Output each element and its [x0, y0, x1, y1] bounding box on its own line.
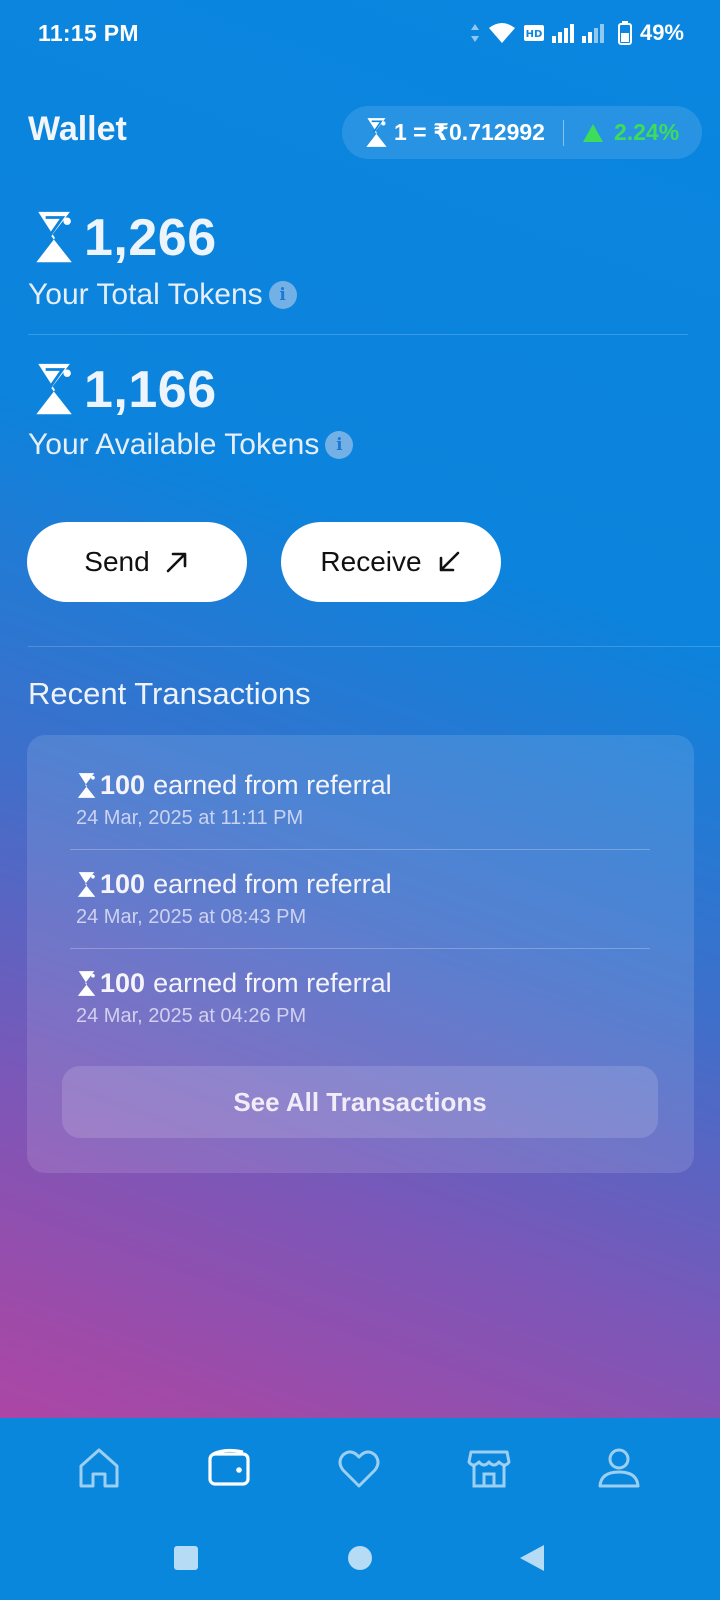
list-item[interactable]: 100 earned from referral 24 Mar, 2025 at…	[76, 770, 392, 830]
info-icon[interactable]: i	[325, 431, 354, 459]
send-label: Send	[84, 546, 150, 577]
tx-description: earned from referral	[153, 968, 392, 998]
receive-button[interactable]: Receive	[281, 522, 501, 602]
available-tokens-caption: Your Available Tokens i	[28, 428, 354, 462]
heart-icon[interactable]	[333, 1442, 385, 1494]
total-tokens-caption: Your Total Tokens i	[28, 278, 297, 312]
tx-description: earned from referral	[153, 770, 392, 800]
tx-date: 24 Mar, 2025 at 04:26 PM	[76, 1005, 307, 1027]
trend-up-icon	[582, 123, 603, 142]
token-rate-pill[interactable]: 1 = ₹0.712992 2.24%	[342, 106, 702, 159]
total-tokens-label: Your Total Tokens	[28, 278, 263, 311]
token-logo-icon	[36, 363, 72, 415]
profile-icon[interactable]	[593, 1442, 645, 1494]
tx-amount: 100	[100, 968, 146, 998]
list-item[interactable]: 100 earned from referral 24 Mar, 2025 at…	[76, 968, 392, 1028]
arrow-up-right-icon	[166, 552, 187, 573]
status-time: 11:15 PM	[38, 20, 139, 46]
battery-level: 49%	[639, 20, 684, 45]
back-icon[interactable]	[512, 1538, 552, 1578]
divider	[28, 334, 688, 335]
info-icon[interactable]: i	[268, 281, 297, 309]
page-title: Wallet	[28, 110, 127, 148]
list-item[interactable]: 100 earned from referral 24 Mar, 2025 at…	[76, 869, 392, 929]
home-icon[interactable]	[73, 1442, 125, 1494]
divider	[70, 948, 650, 949]
token-logo-icon	[77, 772, 96, 798]
store-icon[interactable]	[463, 1442, 515, 1494]
see-all-transactions-button[interactable]: See All Transactions	[62, 1066, 658, 1138]
divider	[28, 646, 720, 647]
recent-transactions-title: Recent Transactions	[28, 676, 311, 711]
status-icons: HD 49%	[470, 20, 684, 46]
battery-icon	[617, 21, 632, 45]
total-tokens-row: 1,266	[30, 208, 217, 268]
tx-amount: 100	[100, 770, 146, 800]
send-button[interactable]: Send	[27, 522, 247, 602]
svg-text:HD: HD	[526, 29, 543, 40]
divider	[70, 849, 650, 850]
available-tokens-amount: 1,166	[84, 361, 217, 419]
arrow-down-left-icon	[439, 551, 459, 572]
token-rate: 1 = ₹0.712992	[394, 119, 545, 145]
available-tokens-row: 1,166	[30, 360, 217, 420]
wallet-icon[interactable]	[203, 1442, 255, 1494]
token-logo-icon	[77, 871, 96, 897]
receive-label: Receive	[320, 546, 422, 577]
signal-icon	[551, 24, 574, 43]
signal-2-icon	[581, 24, 604, 43]
total-tokens-amount: 1,266	[84, 209, 217, 267]
available-tokens-label: Your Available Tokens	[28, 428, 320, 461]
data-arrows-icon	[470, 24, 479, 42]
token-logo-icon	[77, 970, 96, 996]
token-logo-icon	[366, 117, 387, 147]
tx-date: 24 Mar, 2025 at 11:11 PM	[76, 807, 304, 829]
token-logo-icon	[36, 211, 72, 263]
tx-date: 24 Mar, 2025 at 08:43 PM	[76, 906, 307, 928]
rate-change: 2.24%	[613, 119, 680, 145]
wifi-icon	[488, 23, 515, 43]
tx-description: earned from referral	[153, 869, 392, 899]
tx-amount: 100	[100, 869, 146, 899]
rate-divider	[562, 119, 564, 146]
home-circle-icon[interactable]	[340, 1538, 380, 1578]
hd-icon: HD	[523, 25, 544, 41]
recents-icon[interactable]	[166, 1538, 206, 1578]
